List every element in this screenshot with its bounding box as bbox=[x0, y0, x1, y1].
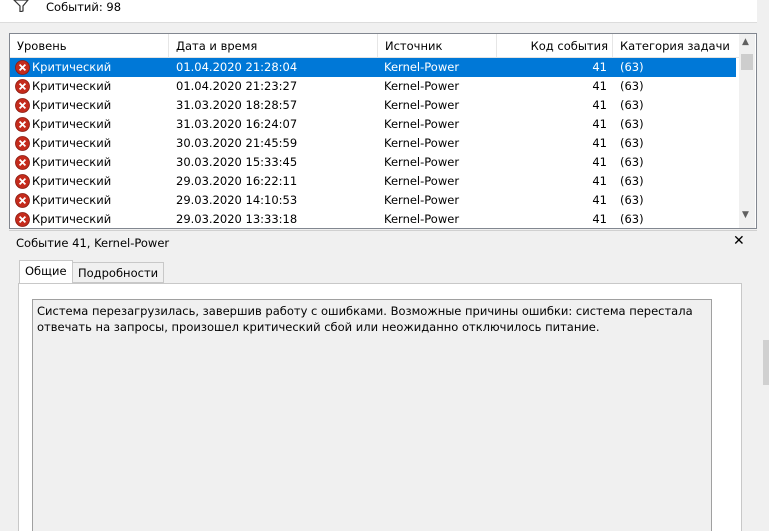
table-row[interactable]: Критический 01.04.2020 21:23:27 Kernel-Pow… bbox=[10, 77, 736, 96]
cell-level: Критический bbox=[32, 212, 112, 226]
table-row[interactable]: Критический 29.03.2020 13:33:18 Kernel-Pow… bbox=[10, 210, 736, 228]
cell-source: Kernel-Power bbox=[384, 98, 460, 112]
table-row[interactable]: Критический 31.03.2020 16:24:07 Kernel-Pow… bbox=[10, 115, 736, 134]
cell-datetime: 30.03.2020 15:33:45 bbox=[176, 155, 298, 169]
error-icon bbox=[15, 117, 30, 132]
error-icon bbox=[15, 79, 30, 94]
cell-task-category: (63) bbox=[620, 79, 644, 93]
cell-event-code: 41 bbox=[592, 79, 607, 93]
cell-event-code: 41 bbox=[592, 193, 607, 207]
error-icon bbox=[15, 98, 30, 113]
scroll-up-icon[interactable]: ▲ bbox=[742, 37, 749, 47]
scroll-thumb[interactable] bbox=[741, 54, 753, 70]
cell-task-category: (63) bbox=[620, 117, 644, 131]
cell-task-category: (63) bbox=[620, 155, 644, 169]
cell-level: Критический bbox=[32, 79, 112, 93]
events-count: Событий: 98 bbox=[46, 0, 122, 14]
cell-event-code: 41 bbox=[592, 98, 607, 112]
cell-event-code: 41 bbox=[592, 117, 607, 131]
table-row[interactable]: Критический 29.03.2020 16:22:11 Kernel-Pow… bbox=[10, 172, 736, 191]
cell-level: Критический bbox=[32, 117, 112, 131]
tab-details[interactable]: Подробности bbox=[72, 262, 165, 283]
table-row[interactable]: Критический 30.03.2020 21:45:59 Kernel-Pow… bbox=[10, 134, 736, 153]
cell-event-code: 41 bbox=[592, 60, 607, 74]
cell-source: Kernel-Power bbox=[384, 117, 460, 131]
cell-event-code: 41 bbox=[592, 136, 607, 150]
error-icon bbox=[15, 212, 30, 227]
filter-icon[interactable] bbox=[12, 0, 30, 12]
error-icon bbox=[15, 60, 30, 75]
cell-datetime: 31.03.2020 16:24:07 bbox=[176, 117, 298, 131]
cell-source: Kernel-Power bbox=[384, 79, 460, 93]
events-grid: Уровень Дата и время Источник Код событи… bbox=[9, 33, 757, 229]
cell-event-code: 41 bbox=[592, 174, 607, 188]
cell-task-category: (63) bbox=[620, 212, 644, 226]
cell-source: Kernel-Power bbox=[384, 136, 460, 150]
cell-datetime: 31.03.2020 18:28:57 bbox=[176, 98, 298, 112]
cell-task-category: (63) bbox=[620, 136, 644, 150]
general-panel: Система перезагрузилась, завершив работу… bbox=[18, 283, 742, 531]
column-header-datetime[interactable]: Дата и время bbox=[169, 34, 378, 57]
cell-source: Kernel-Power bbox=[384, 155, 460, 169]
column-header-source[interactable]: Источник bbox=[378, 34, 497, 57]
tab-general[interactable]: Общие bbox=[19, 260, 73, 284]
cell-source: Kernel-Power bbox=[384, 212, 460, 226]
scroll-down-icon[interactable]: ▼ bbox=[742, 210, 749, 220]
cell-level: Критический bbox=[32, 60, 112, 74]
right-edge bbox=[757, 0, 769, 530]
cell-level: Критический bbox=[32, 155, 112, 169]
cell-task-category: (63) bbox=[620, 60, 644, 74]
cell-level: Критический bbox=[32, 98, 112, 112]
cell-source: Kernel-Power bbox=[384, 193, 460, 207]
cell-level: Критический bbox=[32, 174, 112, 188]
table-row[interactable]: Критический 30.03.2020 15:33:45 Kernel-Pow… bbox=[10, 153, 736, 172]
cell-task-category: (63) bbox=[620, 98, 644, 112]
cell-datetime: 29.03.2020 14:10:53 bbox=[176, 193, 298, 207]
detail-title: Событие 41, Kernel-Power bbox=[16, 236, 170, 250]
cell-event-code: 41 bbox=[592, 155, 607, 169]
column-header-task-category[interactable]: Категория задачи bbox=[613, 34, 740, 57]
cell-source: Kernel-Power bbox=[384, 60, 460, 74]
vertical-scrollbar[interactable]: ▲ ▼ bbox=[739, 34, 755, 228]
event-description[interactable]: Система перезагрузилась, завершив работу… bbox=[32, 299, 712, 531]
cell-datetime: 29.03.2020 13:33:18 bbox=[176, 212, 298, 226]
table-row[interactable]: Критический 01.04.2020 21:28:04 Kernel-Pow… bbox=[10, 58, 736, 77]
error-icon bbox=[15, 193, 30, 208]
cell-level: Критический bbox=[32, 136, 112, 150]
cell-level: Критический bbox=[32, 193, 112, 207]
table-row[interactable]: Критический 31.03.2020 18:28:57 Kernel-Pow… bbox=[10, 96, 736, 115]
table-row[interactable]: Критический 29.03.2020 14:10:53 Kernel-Pow… bbox=[10, 191, 736, 210]
cell-event-code: 41 bbox=[592, 212, 607, 226]
cell-task-category: (63) bbox=[620, 174, 644, 188]
cell-datetime: 01.04.2020 21:28:04 bbox=[176, 60, 298, 74]
error-icon bbox=[15, 155, 30, 170]
error-icon bbox=[15, 174, 30, 189]
cell-datetime: 29.03.2020 16:22:11 bbox=[176, 174, 298, 188]
divider bbox=[9, 230, 757, 231]
cell-datetime: 30.03.2020 21:45:59 bbox=[176, 136, 298, 150]
cell-task-category: (63) bbox=[620, 193, 644, 207]
toolbar: Событий: 98 bbox=[0, 0, 757, 23]
close-icon[interactable]: ✕ bbox=[733, 233, 745, 249]
cell-datetime: 01.04.2020 21:23:27 bbox=[176, 79, 298, 93]
error-icon bbox=[15, 136, 30, 151]
cell-source: Kernel-Power bbox=[384, 174, 460, 188]
column-header-level[interactable]: Уровень bbox=[10, 34, 169, 57]
grid-header: Уровень Дата и время Источник Код событи… bbox=[10, 34, 740, 58]
column-header-event-code[interactable]: Код события bbox=[497, 34, 613, 57]
